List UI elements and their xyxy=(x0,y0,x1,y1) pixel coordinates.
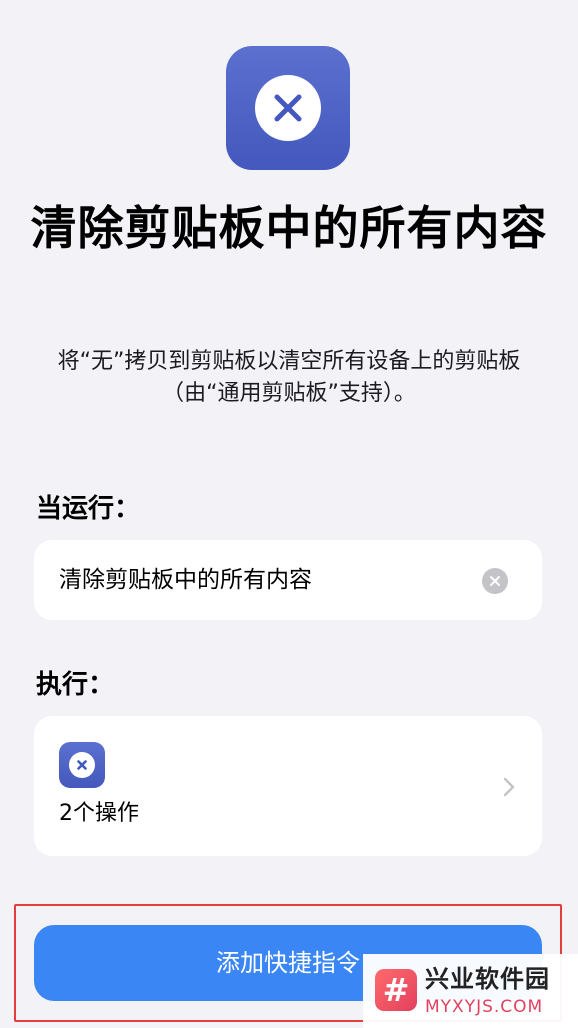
x-mark-icon xyxy=(274,94,302,122)
actions-card[interactable]: 2个操作 xyxy=(34,716,542,856)
page-description: 将“无”拷贝到剪贴板以清空所有设备上的剪贴板（由“通用剪贴板”支持）。 xyxy=(57,349,521,406)
action-count: 2个操作 xyxy=(59,801,139,826)
shortcut-app-icon xyxy=(226,46,350,170)
execute-label: 执行： xyxy=(36,670,115,700)
watermark-name: 兴业软件园 xyxy=(425,965,550,993)
watermark-url: MYXYJS.COM xyxy=(425,997,544,1017)
clear-clipboard-icon xyxy=(59,742,105,788)
when-run-field[interactable]: 清除剪贴板中的所有内容 xyxy=(34,540,542,620)
watermark-logo: # xyxy=(375,969,417,1011)
when-run-input-value[interactable]: 清除剪贴板中的所有内容 xyxy=(59,563,312,597)
when-run-label: 当运行： xyxy=(36,494,141,524)
chevron-right-icon xyxy=(503,777,515,797)
shortcut-add-screen: 清除剪贴板中的所有内容 将“无”拷贝到剪贴板以清空所有设备上的剪贴板（由“通用剪… xyxy=(0,0,578,1028)
page-title: 清除剪贴板中的所有内容 xyxy=(30,201,548,255)
clear-circle-icon[interactable] xyxy=(482,568,508,594)
watermark: # 兴业软件园 MYXYJS.COM xyxy=(363,954,578,1028)
